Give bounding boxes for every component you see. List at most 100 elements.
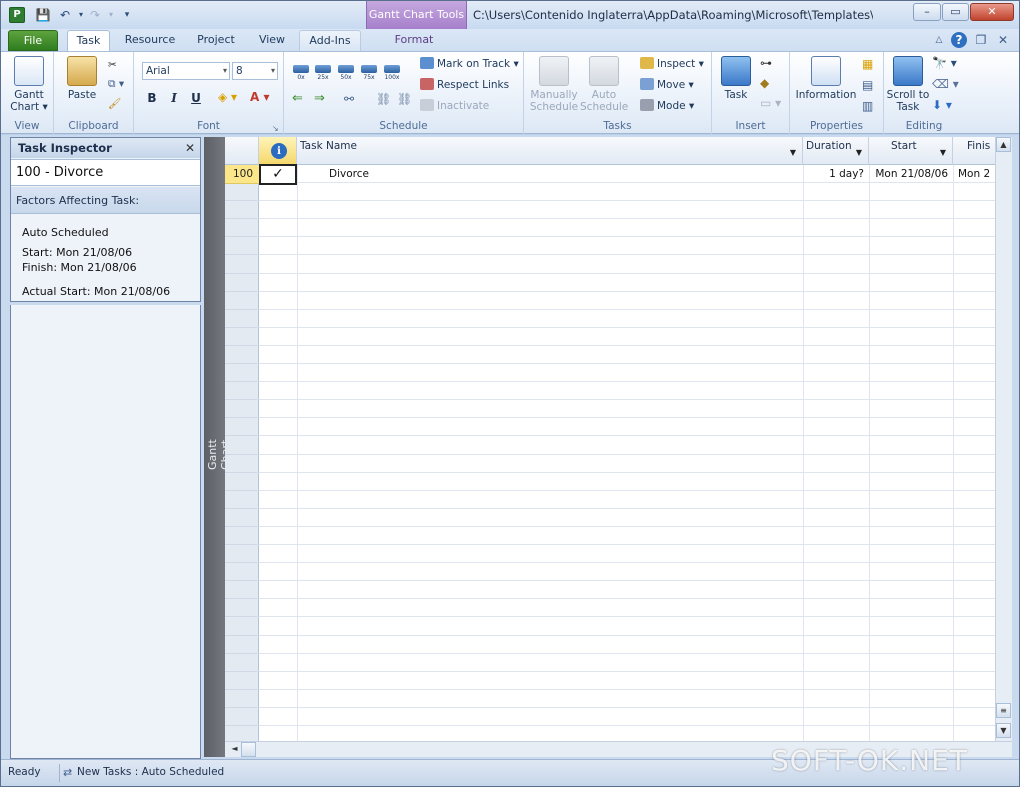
cut-icon[interactable]: ✂: [108, 58, 117, 72]
table-row[interactable]: [259, 599, 995, 618]
table-row[interactable]: [259, 581, 995, 600]
font-size-combo[interactable]: 8 ▾: [232, 62, 278, 80]
chevron-down-icon[interactable]: ▼: [940, 148, 946, 157]
table-row[interactable]: [259, 563, 995, 582]
unlink-tasks-icon[interactable]: ⛓: [397, 92, 412, 106]
row-number-cell[interactable]: [225, 364, 259, 383]
table-row[interactable]: [259, 237, 995, 256]
underline-button[interactable]: U: [188, 90, 204, 106]
help-icon[interactable]: ?: [951, 32, 967, 48]
notes-icon[interactable]: ▦: [862, 57, 873, 71]
details-icon[interactable]: ▤: [862, 78, 873, 92]
scroll-thumb[interactable]: ≡: [996, 703, 1011, 718]
minimize-ribbon-icon[interactable]: △: [931, 32, 947, 48]
row-number-cell[interactable]: [225, 473, 259, 491]
tab-format[interactable]: Format: [383, 30, 445, 51]
row-id-100[interactable]: 100: [225, 165, 259, 184]
close-doc-icon[interactable]: ✕: [995, 32, 1011, 48]
table-row[interactable]: [259, 491, 995, 509]
new-tasks-mode[interactable]: New Tasks : Auto Scheduled: [77, 766, 224, 778]
table-row[interactable]: [259, 201, 995, 220]
percent-75-button[interactable]: 75x: [360, 65, 378, 83]
table-row[interactable]: [259, 690, 995, 708]
tab-view[interactable]: View: [253, 30, 291, 51]
row-number-cell[interactable]: [225, 274, 259, 292]
italic-button[interactable]: I: [166, 90, 182, 106]
percent-0-button[interactable]: 0x: [292, 65, 310, 83]
tab-file[interactable]: File: [8, 30, 58, 51]
row-number-cell[interactable]: [225, 346, 259, 364]
mode-button[interactable]: Mode ▾: [640, 99, 694, 113]
row-number-cell[interactable]: [225, 599, 259, 618]
table-row[interactable]: [259, 183, 995, 202]
respect-links-button[interactable]: Respect Links: [420, 78, 509, 92]
table-row[interactable]: [259, 708, 995, 726]
minimize-button[interactable]: –: [913, 3, 941, 21]
task-name-column-header[interactable]: Task Name ▼: [297, 137, 803, 165]
save-icon[interactable]: 💾: [35, 7, 51, 23]
duration-cell[interactable]: 1 day?: [803, 165, 867, 183]
table-row[interactable]: [259, 346, 995, 364]
customize-qat-icon[interactable]: ▾: [119, 7, 135, 23]
percent-100-button[interactable]: 100x: [383, 65, 401, 83]
summary-icon[interactable]: ⊶: [760, 56, 772, 70]
row-number-cell[interactable]: [225, 726, 259, 741]
copy-icon[interactable]: ⧉ ▾: [108, 77, 124, 91]
row-number-cell[interactable]: [225, 618, 259, 636]
row-number-cell[interactable]: [225, 672, 259, 690]
start-cell[interactable]: Mon 21/08/06: [869, 165, 951, 183]
row-number-cell[interactable]: [225, 382, 259, 401]
restore-doc-icon[interactable]: ❐: [973, 32, 989, 48]
redo-icon[interactable]: ↷: [87, 7, 103, 23]
split-task-icon[interactable]: ⚯: [344, 92, 354, 106]
row-number-cell[interactable]: [225, 654, 259, 672]
row-number-cell[interactable]: [225, 292, 259, 310]
information-button[interactable]: Information: [794, 56, 858, 101]
table-row[interactable]: [259, 636, 995, 654]
table-row[interactable]: [259, 672, 995, 690]
undo-icon[interactable]: ↶: [57, 7, 73, 23]
row-number-cell[interactable]: [225, 219, 259, 238]
row-number-cell[interactable]: [225, 183, 259, 202]
indent-icon[interactable]: ⇒: [314, 92, 325, 106]
scroll-left-icon[interactable]: ◄: [227, 742, 242, 757]
table-row[interactable]: [259, 545, 995, 564]
clear-icon[interactable]: ⌫ ▾: [932, 77, 959, 91]
start-column-header[interactable]: Start ▼: [869, 137, 953, 165]
table-row[interactable]: [259, 382, 995, 401]
scroll-down-icon[interactable]: ▼: [996, 723, 1011, 738]
inspect-button[interactable]: Inspect ▾: [640, 57, 704, 71]
highlight-color-icon[interactable]: ◈ ▾: [218, 90, 237, 104]
bold-button[interactable]: B: [144, 90, 160, 106]
row-number-cell[interactable]: [225, 509, 259, 527]
duration-column-header[interactable]: Duration ▼: [803, 137, 869, 165]
table-row[interactable]: [259, 455, 995, 473]
tab-add-ins[interactable]: Add-Ins: [299, 30, 361, 51]
row-number-cell[interactable]: [225, 563, 259, 582]
inactivate-button[interactable]: Inactivate: [420, 99, 489, 113]
restore-button[interactable]: ▭: [942, 3, 969, 21]
insert-task-button[interactable]: Task: [718, 56, 754, 101]
link-tasks-icon[interactable]: ⛓: [376, 92, 391, 106]
row-number-cell[interactable]: [225, 581, 259, 600]
mark-on-track-button[interactable]: Mark on Track ▾: [420, 57, 519, 71]
table-row[interactable]: [259, 219, 995, 238]
chevron-down-icon[interactable]: ▼: [856, 148, 862, 157]
table-row[interactable]: [259, 726, 995, 741]
scroll-up-icon[interactable]: ▲: [996, 137, 1011, 152]
chevron-down-icon[interactable]: ▼: [790, 148, 796, 157]
redo-dropdown-icon[interactable]: ▾: [103, 7, 119, 23]
row-number-cell[interactable]: [225, 328, 259, 346]
horizontal-scroll-thumb[interactable]: [241, 742, 256, 757]
table-row[interactable]: [259, 364, 995, 383]
task-name-cell[interactable]: Divorce: [329, 165, 799, 183]
font-color-icon[interactable]: A ▾: [250, 90, 270, 104]
fill-icon[interactable]: ⬇ ▾: [932, 98, 952, 112]
project-app-icon[interactable]: P: [9, 7, 25, 23]
row-number-cell[interactable]: [225, 545, 259, 564]
auto-schedule-button[interactable]: Auto Schedule: [580, 56, 628, 113]
table-row[interactable]: [259, 437, 995, 455]
table-row[interactable]: [259, 292, 995, 310]
manually-schedule-button[interactable]: Manually Schedule: [528, 56, 580, 113]
scroll-to-task-button[interactable]: Scroll to Task: [886, 56, 930, 113]
